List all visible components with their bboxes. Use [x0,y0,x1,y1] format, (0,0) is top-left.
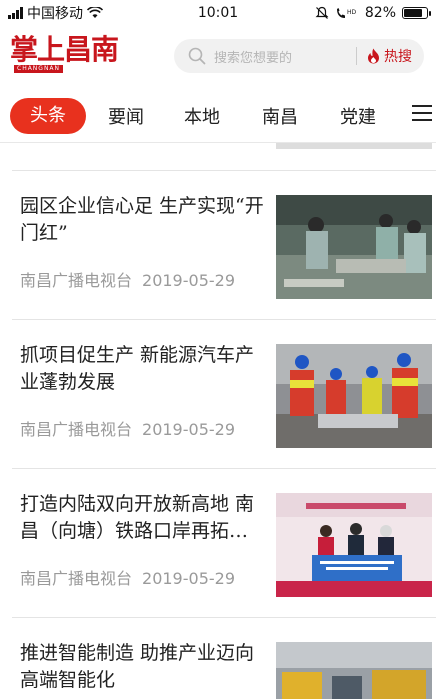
news-thumbnail[interactable] [276,344,432,448]
list-divider [12,319,436,320]
list-divider [12,617,436,618]
news-date: 2019-05-29 [142,420,235,439]
news-thumbnail[interactable] [276,195,432,299]
news-meta: 南昌广播电视台 2019-05-29 [20,416,235,440]
tab-headlines[interactable]: 头条 [10,98,86,134]
mute-bell-icon [315,6,329,19]
list-divider [12,468,436,469]
previous-thumbnail-edge [276,143,432,149]
svg-text:HD: HD [347,9,357,16]
status-right: HD 82% [315,5,431,21]
search-bar[interactable]: 搜索您想要的 热搜 [174,39,424,73]
battery-percent: 82% [364,5,396,21]
app-logo[interactable]: 掌上昌南 CHANGNAN [10,35,122,77]
signal-icon [8,7,23,19]
tab-news[interactable]: 要闻 [106,103,146,129]
tab-local[interactable]: 本地 [182,103,222,129]
news-meta: 南昌广播电视台 2019-05-29 [20,267,235,291]
news-meta: 南昌广播电视台 2019-05-29 [20,565,235,589]
wifi-icon [87,7,103,18]
tab-party[interactable]: 党建 [338,103,378,129]
news-title[interactable]: 园区企业信心足 生产实现“开门红” [20,193,264,247]
status-left: 中国移动 [8,3,168,23]
carrier-label: 中国移动 [27,6,83,22]
logo-text: 掌上昌南 [10,33,119,66]
search-input[interactable]: 搜索您想要的 [214,47,356,66]
battery-icon [402,7,431,19]
list-divider [12,170,436,171]
news-title[interactable]: 抓项目促生产 新能源汽车产业蓬勃发展 [20,342,264,396]
search-icon [188,47,206,65]
hd-phone-icon: HD [336,8,357,18]
ceremony-image [276,493,432,597]
news-thumbnail[interactable] [276,642,432,699]
news-date: 2019-05-29 [142,271,235,290]
hot-search-label: 热搜 [384,49,412,65]
app-header: 掌上昌南 CHANGNAN 搜索您想要的 热搜 [0,30,436,82]
news-source: 南昌广播电视台 [20,569,133,588]
workers-image [276,344,432,448]
news-source: 南昌广播电视台 [20,420,133,439]
news-date: 2019-05-29 [142,569,235,588]
news-thumbnail[interactable] [276,493,432,597]
flame-icon [368,48,379,64]
battery-fill [404,9,423,17]
news-title[interactable]: 打造内陆双向开放新高地 南昌（向塘）铁路口岸再拓… [20,491,264,545]
hot-search-button[interactable]: 热搜 [357,46,424,66]
tab-nanchang[interactable]: 南昌 [260,103,300,129]
news-source: 南昌广播电视台 [20,271,133,290]
factory-image [276,195,432,299]
logo-subtext: CHANGNAN [14,65,64,73]
status-bar: 中国移动 10:01 HD 82% [0,0,436,26]
machinery-image [276,642,432,699]
menu-icon[interactable] [412,102,432,124]
news-title[interactable]: 推进智能制造 助推产业迈向高端智能化 [20,640,264,694]
channel-tabs: 头条 要闻 本地 南昌 党建 [0,96,436,136]
